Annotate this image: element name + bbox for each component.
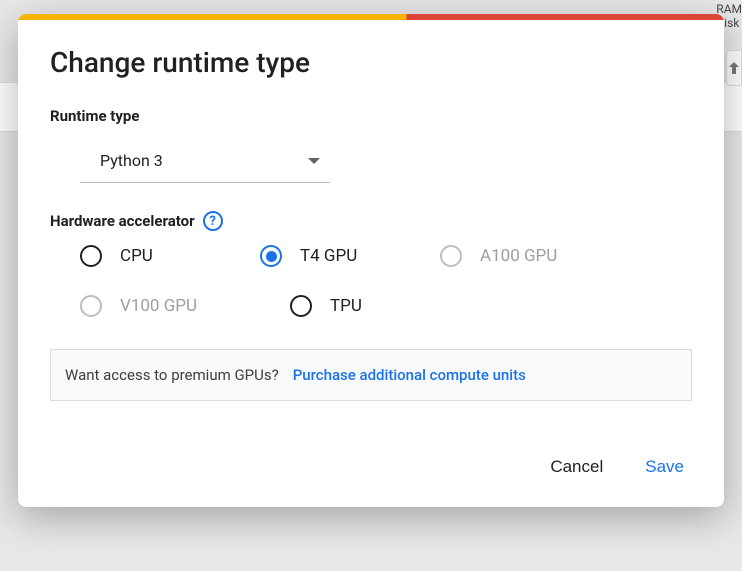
purchase-units-link[interactable]: Purchase additional compute units <box>293 366 526 384</box>
accelerator-radio-tpu[interactable]: TPU <box>290 295 440 317</box>
accelerator-radio-a100: A100 GPU <box>440 245 590 267</box>
change-runtime-dialog: Change runtime type Runtime type Python … <box>18 14 724 507</box>
radio-label: T4 GPU <box>300 246 357 266</box>
radio-icon <box>80 245 102 267</box>
radio-label: TPU <box>330 296 362 316</box>
accelerator-radio-v100: V100 GPU <box>80 295 260 317</box>
radio-label: V100 GPU <box>120 296 197 316</box>
runtime-type-value: Python 3 <box>100 151 163 170</box>
accelerator-label: Hardware accelerator ? <box>50 211 692 231</box>
chevron-down-icon <box>308 158 320 164</box>
radio-icon <box>260 245 282 267</box>
help-icon[interactable]: ? <box>203 211 223 231</box>
radio-icon <box>290 295 312 317</box>
accelerator-radio-cpu[interactable]: CPU <box>80 245 230 267</box>
radio-icon <box>440 245 462 267</box>
radio-label: A100 GPU <box>480 246 557 266</box>
accelerator-radio-t4[interactable]: T4 GPU <box>260 245 410 267</box>
runtime-type-select[interactable]: Python 3 <box>80 139 330 183</box>
radio-label: CPU <box>120 246 153 266</box>
runtime-type-label: Runtime type <box>50 107 692 125</box>
radio-icon <box>80 295 102 317</box>
premium-gpu-promo: Want access to premium GPUs? Purchase ad… <box>50 349 692 401</box>
cancel-button[interactable]: Cancel <box>546 451 607 483</box>
upload-icon[interactable] <box>726 50 742 86</box>
save-button[interactable]: Save <box>641 451 688 483</box>
dialog-title: Change runtime type <box>50 46 692 79</box>
promo-text: Want access to premium GPUs? <box>65 366 279 384</box>
